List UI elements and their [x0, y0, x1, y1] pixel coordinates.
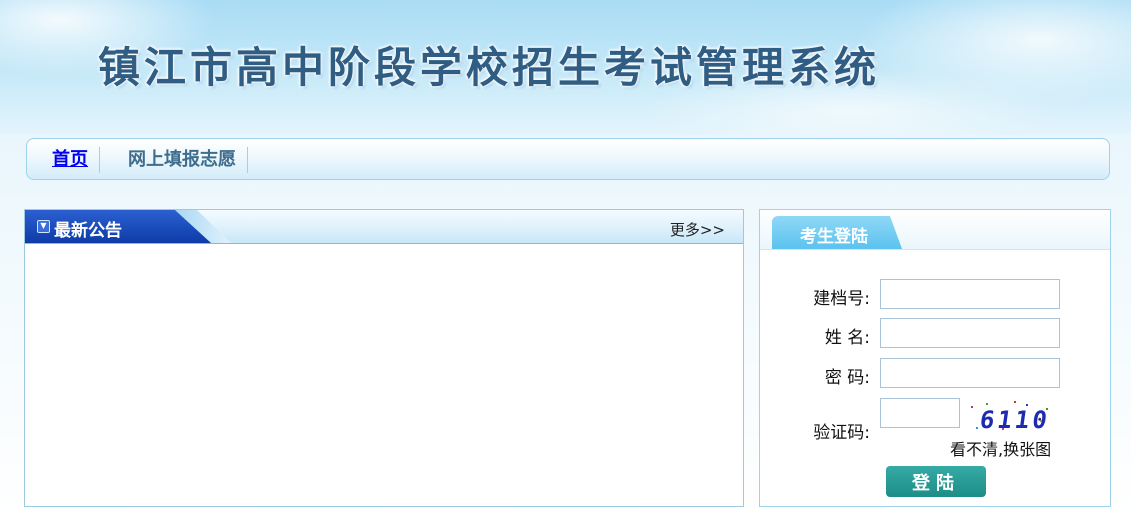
nav-bar: 首页 网上填报志愿: [26, 138, 1110, 180]
password-input[interactable]: [880, 358, 1060, 388]
notices-title: 最新公告: [54, 221, 122, 241]
password-label: 密 码:: [824, 368, 870, 388]
name-label: 姓 名:: [824, 328, 870, 348]
notices-header: ▼ 最新公告 更多>>: [25, 210, 743, 244]
login-tab: 考生登陆: [772, 216, 902, 249]
login-button[interactable]: 登陆: [886, 466, 986, 497]
nav-item-home[interactable]: 首页: [41, 147, 100, 173]
collapse-arrow-icon[interactable]: ▼: [37, 220, 50, 233]
captcha-code: 6110: [978, 406, 1050, 434]
login-header: 考生登陆: [760, 210, 1110, 250]
login-panel: 考生登陆 建档号: 姓 名: 密 码: 验证码: 6110 看不清,换张图 登陆: [759, 209, 1111, 507]
site-title: 镇江市高中阶段学校招生考试管理系统: [98, 43, 881, 92]
archive-no-input[interactable]: [880, 279, 1060, 309]
archive-no-row: 建档号:: [760, 279, 1110, 309]
captcha-image[interactable]: 6110: [966, 400, 1050, 434]
refresh-captcha-link[interactable]: 看不清,换张图: [950, 436, 1051, 460]
name-row: 姓 名:: [760, 318, 1110, 348]
login-tab-title: 考生登陆: [800, 227, 868, 247]
notices-panel: ▼ 最新公告 更多>>: [24, 209, 744, 507]
password-row: 密 码:: [760, 358, 1110, 388]
name-input[interactable]: [880, 318, 1060, 348]
captcha-input[interactable]: [880, 398, 960, 428]
nav-item-fill-application[interactable]: 网上填报志愿: [117, 147, 248, 173]
captcha-label: 验证码:: [813, 423, 870, 443]
more-notices-link[interactable]: 更多>>: [670, 219, 725, 240]
captcha-row: 验证码: 6110: [760, 398, 1110, 443]
archive-no-label: 建档号:: [813, 289, 870, 309]
header-banner: 镇江市高中阶段学校招生考试管理系统: [0, 0, 1131, 135]
